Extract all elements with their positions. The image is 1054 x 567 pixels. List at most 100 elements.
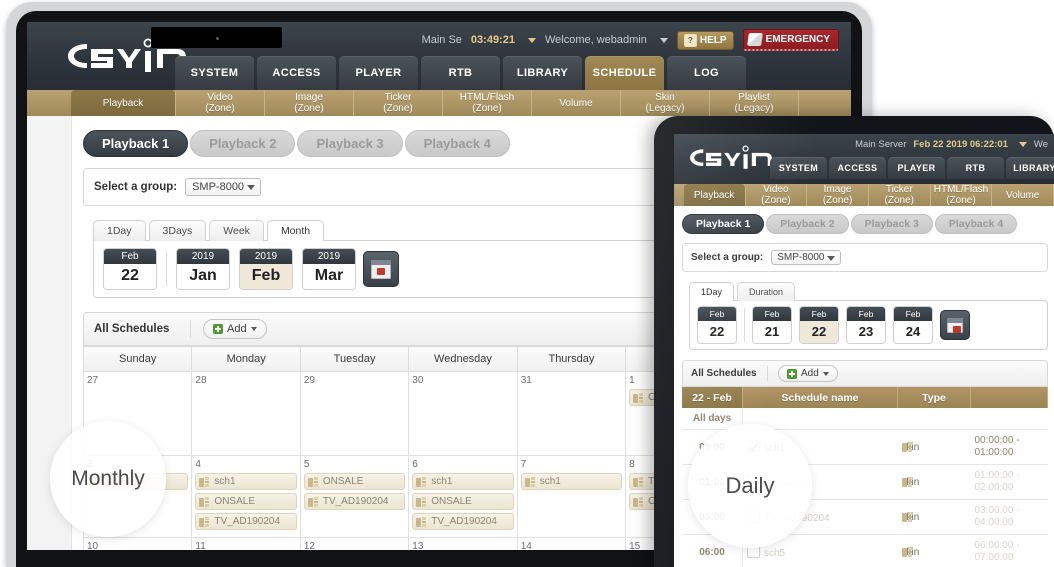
subnav-item-label: Image [295, 92, 323, 103]
calendar-day-number: 29 [303, 375, 315, 386]
date-card-2019-feb[interactable]: 2019 Feb [239, 248, 293, 290]
calendar-event-label: ONSALE [214, 496, 255, 507]
calendar-day-cell[interactable]: 7 sch1 [516, 455, 627, 538]
calendar-event[interactable]: ONSALE [412, 493, 514, 510]
calendar-event[interactable]: TV_AD190204 [195, 513, 297, 530]
calendar-day-number: 5 [303, 459, 310, 470]
subnav-item-sublabel: (Zone) [472, 103, 502, 114]
calendar-day-cell[interactable]: 10 [82, 537, 193, 550]
schedule-item-icon [199, 516, 210, 527]
nav-tab-system[interactable]: SYSTEM [175, 56, 254, 90]
calendar-event[interactable]: ONSALE [195, 493, 297, 510]
toolbar-divider [190, 320, 191, 338]
calendar-day-cell[interactable]: 4 sch1 ONSALE TV_AD190204 [191, 455, 301, 538]
calendar-day-number: 27 [87, 375, 99, 386]
add-label: Add [227, 323, 247, 335]
calendar-day-number: 4 [195, 459, 201, 470]
date-card-2019-mar[interactable]: 2019 Mar [302, 248, 356, 290]
emergency-icon [746, 33, 763, 46]
calendar-event-label: sch1 [539, 476, 561, 487]
subnav-item-volume[interactable]: Volume [532, 90, 621, 116]
playback-tab-playback-4[interactable]: Playback 4 [404, 130, 510, 157]
date-card-bottom: 22 [104, 264, 156, 289]
playback-tab-playback-2[interactable]: Playback 2 [190, 130, 296, 157]
welcome-label: Welcome, webadmin [544, 34, 647, 46]
calendar-day-number: 14 [520, 541, 532, 550]
calendar-day-cell[interactable]: 12sch1 [299, 537, 410, 550]
user-chevron-down-icon[interactable] [659, 37, 668, 43]
schedule-item-icon [633, 392, 644, 403]
calendar-event-label: ONSALE [322, 476, 364, 487]
nav-tab-library[interactable]: LIBRARY [503, 56, 582, 90]
add-chevron-down-icon [250, 327, 257, 331]
subnav-item-image[interactable]: Image(Zone) [265, 90, 354, 116]
nav-tab-player[interactable]: PLAYER [339, 56, 418, 90]
help-label: HELP [699, 34, 727, 46]
calendar-day-number: 11 [195, 541, 206, 550]
nav-tab-rtb[interactable]: RTB [421, 56, 500, 90]
all-schedules-title: All Schedules [94, 323, 170, 335]
subnav-item-label: Volume [559, 97, 593, 109]
laptop-app-header: Main Se 03:49:21 Welcome, webadmin ? HEL… [27, 22, 851, 90]
redaction-box [151, 27, 282, 48]
calendar-day-cell[interactable]: 29 [299, 371, 410, 456]
subnav-item-skin[interactable]: Skin (Legacy) [621, 90, 710, 116]
group-select-chevron-down-icon [247, 185, 256, 190]
nav-tab-label: RTB [448, 67, 473, 79]
help-button[interactable]: ? HELP [676, 30, 734, 50]
help-question-icon: ? [683, 33, 697, 47]
emergency-button[interactable]: EMERGENCY [742, 29, 839, 51]
calendar-day-cell[interactable]: 13sch1 [408, 537, 518, 550]
nav-tab-access[interactable]: ACCESS [257, 56, 336, 90]
view-tab-1day[interactable]: 1Day [93, 220, 146, 241]
laptop-main-nav: SYSTEM ACCESS PLAYER RTB LIBRARY SCHEDULE LOG [175, 56, 746, 90]
subnav-item-video[interactable]: Video(Zone) [176, 90, 265, 116]
calendar-picker-button[interactable] [363, 251, 399, 287]
calendar-event[interactable]: TV_AD190204 [412, 513, 514, 530]
nav-tab-log[interactable]: LOG [667, 56, 746, 90]
calendar-day-cell[interactable]: 14 [516, 537, 627, 550]
calendar-day-cell[interactable]: 30 [408, 371, 518, 456]
calendar-event[interactable]: sch1 [195, 473, 297, 490]
calendar-day-cell[interactable]: 11ONSALE [191, 537, 301, 550]
calendar-event[interactable]: TV_AD190204 [303, 493, 406, 510]
calendar-day-cell[interactable]: 6 sch1 ONSALE TV_AD190204 [408, 455, 518, 538]
time-chevron-down-icon[interactable] [527, 37, 536, 43]
laptop-header-info: Main Se 03:49:21 Welcome, webadmin ? HEL… [422, 29, 839, 51]
subnav-item-sublabel: (Legacy) [645, 103, 685, 114]
view-tab-month[interactable]: Month [266, 220, 325, 241]
subnav-item-ticker[interactable]: Ticker(Zone) [354, 90, 443, 116]
subnav-item-sublabel: (Zone) [205, 103, 235, 114]
calendar-picker-icon [371, 259, 391, 279]
subnav-item-label: Playback [102, 97, 144, 109]
add-schedule-button[interactable]: Add [203, 319, 267, 339]
date-card-bottom: Feb [240, 264, 292, 289]
calendar-event[interactable]: sch1 [412, 473, 514, 490]
subnav-item-html-flash[interactable]: HTML/Flash(Zone) [443, 90, 532, 116]
view-tab-label: Month [280, 225, 311, 237]
view-tab-label: Week [223, 225, 250, 237]
date-card-feb-22[interactable]: Feb22 [103, 248, 157, 290]
schedule-item-icon [416, 496, 427, 507]
schedule-item-icon [633, 476, 644, 487]
calendar-event[interactable]: sch1 [520, 473, 623, 490]
subnav-item-playlist[interactable]: Playlist (Legacy) [710, 90, 799, 116]
calendar-day-cell[interactable]: 5 ONSALE TV_AD190204 [299, 455, 410, 538]
date-card-2019-jan[interactable]: 2019 Jan [176, 248, 230, 290]
date-card-bottom: Jan [177, 264, 229, 289]
view-tab-week[interactable]: Week [209, 220, 264, 241]
subnav-item-playback[interactable]: Playback [71, 90, 176, 116]
playback-tab-playback-3[interactable]: Playback 3 [297, 130, 403, 157]
calendar-day-cell[interactable]: 31 [516, 371, 627, 456]
date-separator [166, 252, 167, 286]
playback-tab-label: Playback 4 [423, 136, 491, 151]
calendar-day-cell[interactable]: 28 [191, 371, 301, 456]
view-tab-3days[interactable]: 3Days [148, 220, 207, 241]
group-select[interactable]: SMP-8000 [185, 178, 262, 196]
nav-tab-schedule[interactable]: SCHEDULE [585, 56, 664, 90]
playback-tab-playback-1[interactable]: Playback 1 [83, 130, 189, 157]
calendar-event-label: TV_AD190204 [214, 516, 281, 527]
view-tab-1day[interactable]: 1Day [689, 282, 735, 301]
calendar-event[interactable]: ONSALE [303, 473, 406, 490]
schedule-item-icon [416, 516, 427, 527]
